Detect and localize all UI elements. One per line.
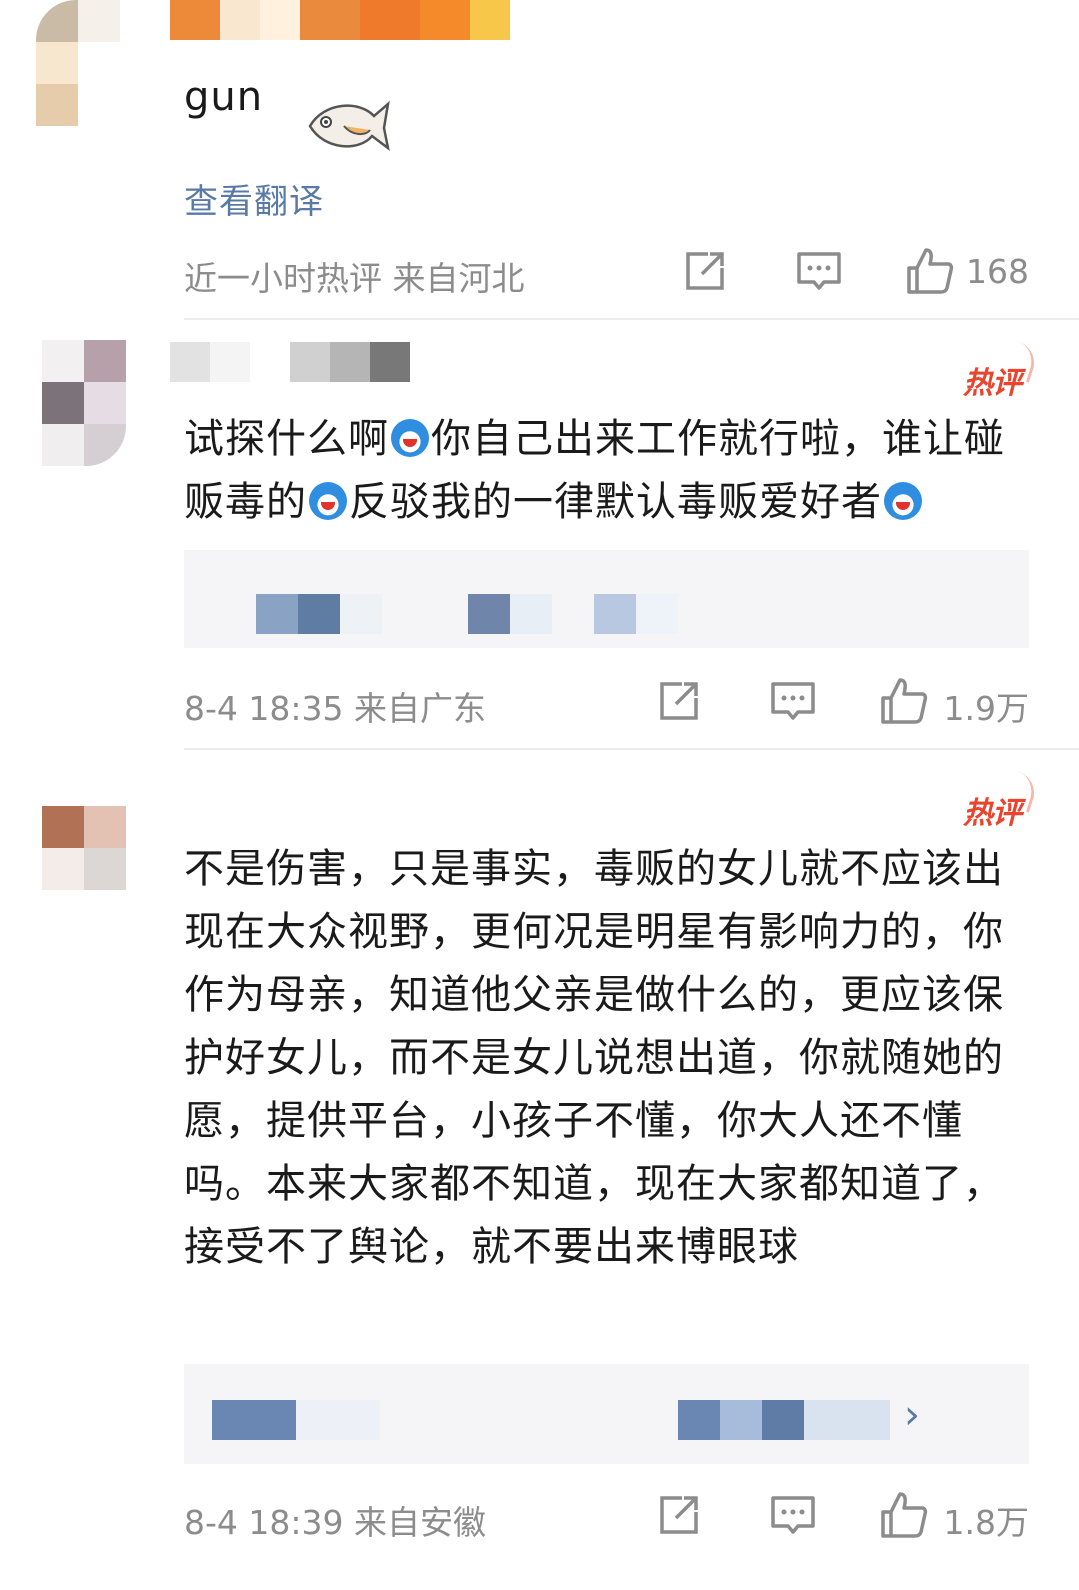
hot-comment-badge: 热评 (963, 358, 1022, 402)
avatar[interactable] (42, 340, 126, 466)
comment-text: 试探什么啊 你自己出来工作就行啦，谁让碰贩毒的 反驳我的一律默认毒贩爱好者 (184, 408, 1034, 534)
reply-preview-blurred (296, 1400, 380, 1440)
doraemon-emoji-icon (391, 419, 429, 457)
share-icon[interactable] (654, 676, 704, 726)
comment-text: 不是伤害，只是事实，毒贩的女儿就不应该出现在大众视野，更何况是明星有影响力的，你… (184, 838, 1034, 1279)
reply-expand-arrow[interactable]: › (904, 1392, 920, 1438)
comment-text-part: 反驳我的一律默认毒贩爱好者 (349, 479, 882, 525)
reply-preview-blurred (594, 594, 636, 634)
fish-sticker-icon (308, 100, 390, 151)
reply-preview-blurred (636, 594, 678, 634)
thumbs-up-icon[interactable] (878, 676, 928, 726)
like-count: 1.9万 (943, 689, 1029, 728)
reply-preview-blurred (256, 594, 298, 634)
comment-icon[interactable] (768, 676, 818, 726)
comment-meta: 近一小时热评 来自河北 (184, 259, 525, 298)
comment-meta: 8-4 18:39 来自安徽 (184, 1503, 486, 1542)
like-count: 168 (966, 252, 1029, 291)
share-icon[interactable] (680, 246, 730, 296)
reply-preview-blurred (298, 594, 340, 634)
share-icon[interactable] (654, 1490, 704, 1540)
avatar[interactable] (42, 806, 126, 932)
comment-icon[interactable] (768, 1490, 818, 1540)
thumbs-up-icon[interactable] (878, 1490, 928, 1540)
comment-text-content: gun (184, 74, 264, 120)
username-blurred[interactable] (170, 0, 510, 40)
username-blurred[interactable] (170, 342, 410, 382)
hot-comment-badge: 热评 (963, 788, 1022, 832)
comment-meta: 8-4 18:35 来自广东 (184, 689, 486, 728)
reply-preview-blurred (762, 1400, 804, 1440)
reply-preview-box[interactable] (184, 550, 1029, 648)
reply-preview-blurred (468, 594, 510, 634)
translate-link[interactable]: 查看翻译 (184, 174, 324, 223)
reply-preview-blurred (804, 1400, 890, 1440)
comment-footer: 8-4 18:39 来自安徽 1.8万 (184, 1490, 1029, 1542)
like-count: 1.8万 (943, 1503, 1029, 1542)
comment-footer: 8-4 18:35 来自广东 1.9万 (184, 676, 1029, 728)
avatar[interactable] (36, 0, 120, 126)
comment-footer: 近一小时热评 来自河北 168 (184, 246, 1029, 298)
comment-item: 热评 试探什么啊 你自己出来工作就行啦，谁让碰贩毒的 反驳我的一律默认毒贩爱好者 8… (0, 320, 1079, 750)
reply-preview-blurred (678, 1400, 720, 1440)
reply-preview-box[interactable]: › (184, 1364, 1029, 1464)
reply-preview-blurred (510, 594, 552, 634)
comment-item: 热评 不是伤害，只是事实，毒贩的女儿就不应该出现在大众视野，更何况是明星有影响力… (0, 750, 1079, 1590)
comment-text-part: 试探什么啊 (184, 416, 389, 462)
comment-text-content: 不是伤害，只是事实，毒贩的女儿就不应该出现在大众视野，更何况是明星有影响力的，你… (184, 846, 1004, 1270)
reply-preview-blurred (340, 594, 382, 634)
comment-icon[interactable] (794, 246, 844, 296)
doraemon-emoji-icon (309, 482, 347, 520)
doraemon-emoji-icon (884, 482, 922, 520)
comment-item: gun 查看翻译 近一小时热评 来自河北 168 (0, 0, 1079, 320)
reply-preview-blurred (720, 1400, 762, 1440)
thumbs-up-icon[interactable] (904, 246, 954, 296)
reply-preview-blurred (212, 1400, 296, 1440)
